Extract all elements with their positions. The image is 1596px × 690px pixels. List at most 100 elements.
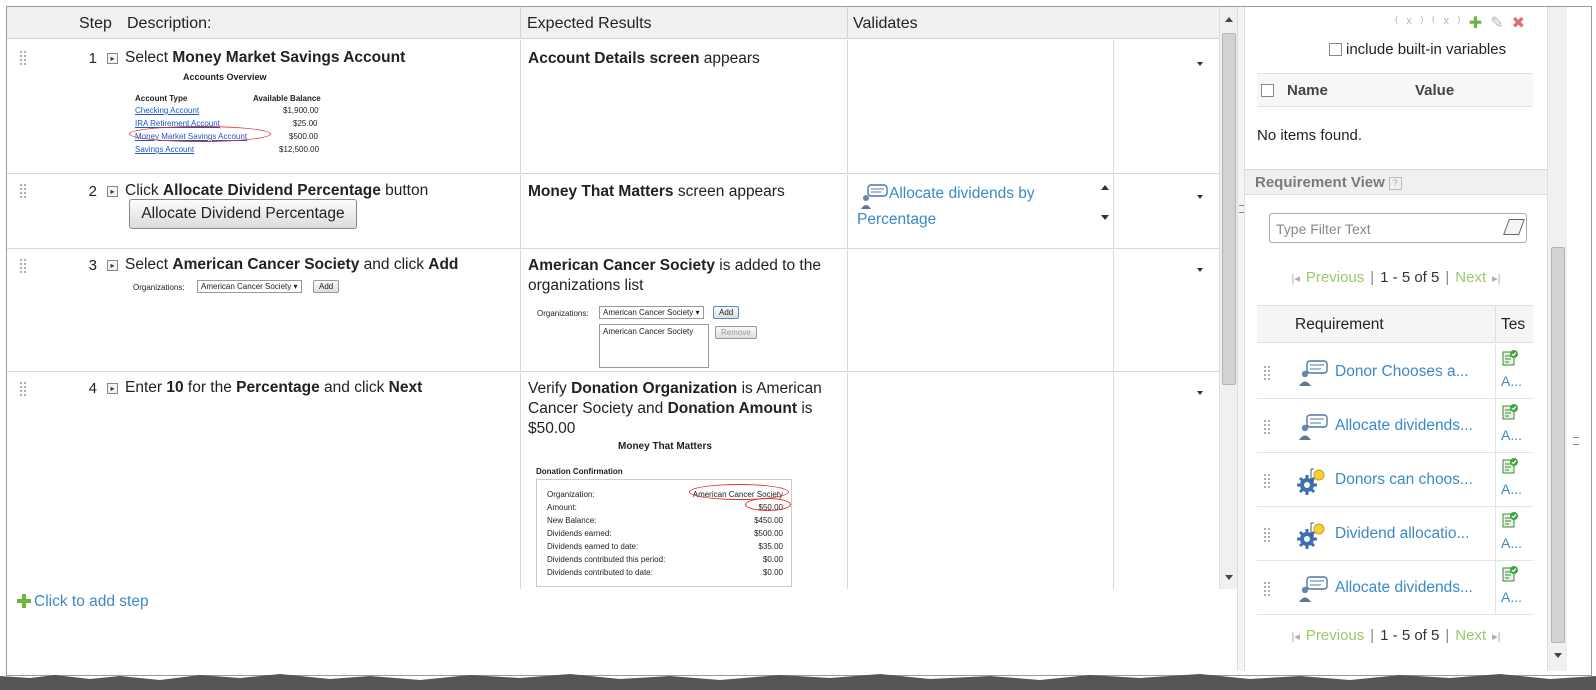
select-all-checkbox[interactable] [1261, 84, 1274, 97]
column-divider [520, 175, 521, 248]
variable-insert-icon[interactable]: ⁽ˣ⁾ [1395, 15, 1432, 32]
validates-scroll[interactable] [1093, 175, 1117, 231]
drag-handle-icon[interactable] [1263, 365, 1271, 381]
drag-handle-icon[interactable] [1263, 527, 1271, 543]
mini-balance: $500.00 [289, 132, 318, 141]
step-description[interactable]: Click Allocate Dividend Percentage butto… [125, 182, 428, 200]
help-icon[interactable]: ? [1388, 177, 1402, 190]
mini-line-value: $0.00 [762, 568, 783, 577]
last-page-icon[interactable]: ▸| [1492, 273, 1500, 285]
test-link[interactable]: A... [1501, 373, 1522, 389]
step-expand-icon[interactable]: ▸ [107, 186, 118, 197]
expected-result[interactable]: Account Details screen appears [528, 49, 846, 69]
validates-requirement-link[interactable]: Allocate dividends by Percentage [857, 181, 1092, 233]
first-page-icon[interactable]: |◂ [1292, 631, 1300, 643]
mini-line-label: Dividends earned: [547, 529, 612, 538]
requirement-row[interactable]: Donor Chooses a... A... [1257, 345, 1533, 399]
requirement-view-header[interactable]: Requirement View? [1245, 169, 1547, 195]
requirement-link[interactable]: Allocate dividends... [1335, 579, 1495, 597]
scroll-up-icon[interactable] [1101, 185, 1109, 190]
drag-handle-icon[interactable] [1263, 419, 1271, 435]
requirement-link[interactable]: Allocate dividends... [1335, 417, 1495, 435]
step-expand-icon[interactable]: ▸ [107, 383, 118, 394]
column-divider [847, 40, 848, 173]
previous-page-link[interactable]: Previous [1306, 269, 1364, 286]
first-page-icon[interactable]: |◂ [1292, 273, 1300, 285]
splitter-grip-icon[interactable] [1239, 205, 1244, 213]
panel-splitter[interactable] [1237, 7, 1245, 671]
add-icon[interactable]: ✚ [1469, 15, 1490, 32]
clear-filter-icon[interactable] [1503, 219, 1525, 235]
column-divider [1495, 453, 1496, 506]
row-menu-dropdown-icon[interactable] [1197, 62, 1203, 66]
drag-handle-icon[interactable] [19, 381, 27, 397]
variable-remove-icon[interactable]: ⁽ˣ⁾ [1432, 15, 1469, 32]
drag-handle-icon[interactable] [19, 258, 27, 274]
requirement-comment-icon [1297, 575, 1329, 602]
column-divider [1113, 373, 1114, 589]
step-row-1[interactable]: 1 ▸ Select Money Market Savings Account … [7, 40, 1219, 174]
mini-line-label: Dividends contributed to date: [547, 568, 653, 577]
previous-page-link[interactable]: Previous [1306, 627, 1364, 644]
test-case-icon[interactable] [1501, 404, 1519, 425]
test-link[interactable]: A... [1501, 589, 1522, 605]
mini-line-label: New Balance: [547, 516, 597, 525]
requirement-row[interactable]: Donors can choos... A... [1257, 453, 1533, 507]
include-builtin-variables[interactable]: include built-in variables [1329, 41, 1506, 58]
test-case-icon[interactable] [1501, 566, 1519, 587]
requirement-comment-icon [1297, 413, 1329, 440]
test-link[interactable]: A... [1501, 535, 1522, 551]
step-description[interactable]: Enter 10 for the Percentage and click Ne… [125, 379, 422, 397]
expected-result[interactable]: Money That Matters screen appears [528, 182, 846, 202]
requirement-link[interactable]: Donor Chooses a... [1335, 363, 1495, 381]
requirement-link[interactable]: Dividend allocatio... [1335, 525, 1495, 543]
add-step-link[interactable]: Click to add step [17, 593, 149, 611]
drag-handle-icon[interactable] [19, 183, 27, 199]
include-builtin-checkbox[interactable] [1329, 43, 1342, 56]
expected-result[interactable]: American Cancer Society is added to the … [528, 256, 846, 296]
step-row-3[interactable]: 3 ▸ Select American Cancer Society and c… [7, 250, 1219, 372]
scroll-up-icon[interactable] [1225, 17, 1233, 22]
splitter-grip-icon[interactable] [1573, 437, 1579, 445]
step-expand-icon[interactable]: ▸ [107, 53, 118, 64]
mini-line-label: Dividends contributed this period: [547, 555, 666, 564]
row-menu-dropdown-icon[interactable] [1197, 268, 1203, 272]
step-description[interactable]: Select American Cancer Society and click… [125, 256, 458, 274]
step-row-4[interactable]: 4 ▸ Enter 10 for the Percentage and clic… [7, 373, 1219, 589]
next-page-link[interactable]: Next [1455, 627, 1486, 644]
scroll-down-icon[interactable] [1225, 575, 1233, 580]
accounts-overview-screenshot: Accounts Overview Account Type Available… [129, 72, 331, 168]
scroll-down-icon[interactable] [1554, 653, 1562, 658]
requirement-row[interactable]: Allocate dividends... A... [1257, 561, 1533, 615]
test-link[interactable]: A... [1501, 481, 1522, 497]
requirement-link[interactable]: Donors can choos... [1335, 471, 1495, 489]
header-test: Tes [1501, 316, 1526, 333]
steps-scrollbar[interactable] [1219, 7, 1237, 589]
delete-icon[interactable]: ✖ [1512, 15, 1533, 32]
column-divider [1113, 40, 1114, 173]
scroll-down-icon[interactable] [1101, 215, 1109, 220]
requirement-row[interactable]: Allocate dividends... A... [1257, 399, 1533, 453]
scroll-thumb[interactable] [1222, 33, 1236, 385]
test-case-icon[interactable] [1501, 350, 1519, 371]
requirement-filter-input[interactable]: Type Filter Text [1269, 213, 1527, 243]
next-page-link[interactable]: Next [1455, 269, 1486, 286]
row-menu-dropdown-icon[interactable] [1197, 195, 1203, 199]
scroll-thumb[interactable] [1551, 247, 1565, 643]
row-menu-dropdown-icon[interactable] [1197, 391, 1203, 395]
test-case-icon[interactable] [1501, 512, 1519, 533]
step-description[interactable]: Select Money Market Savings Account [125, 49, 405, 67]
expected-result[interactable]: Verify Donation Organization is American… [528, 379, 846, 439]
drag-handle-icon[interactable] [19, 50, 27, 66]
drag-handle-icon[interactable] [1263, 581, 1271, 597]
step-row-2[interactable]: 2 ▸ Click Allocate Dividend Percentage b… [7, 175, 1219, 249]
requirement-row[interactable]: Dividend allocatio... A... [1257, 507, 1533, 561]
step-expand-icon[interactable]: ▸ [107, 260, 118, 271]
last-page-icon[interactable]: ▸| [1492, 631, 1500, 643]
outer-splitter[interactable] [1567, 7, 1591, 671]
test-link[interactable]: A... [1501, 427, 1522, 443]
edit-pencil-icon[interactable]: ✎ [1490, 15, 1511, 32]
test-case-icon[interactable] [1501, 458, 1519, 479]
side-panel-scrollbar[interactable] [1547, 7, 1567, 671]
drag-handle-icon[interactable] [1263, 473, 1271, 489]
